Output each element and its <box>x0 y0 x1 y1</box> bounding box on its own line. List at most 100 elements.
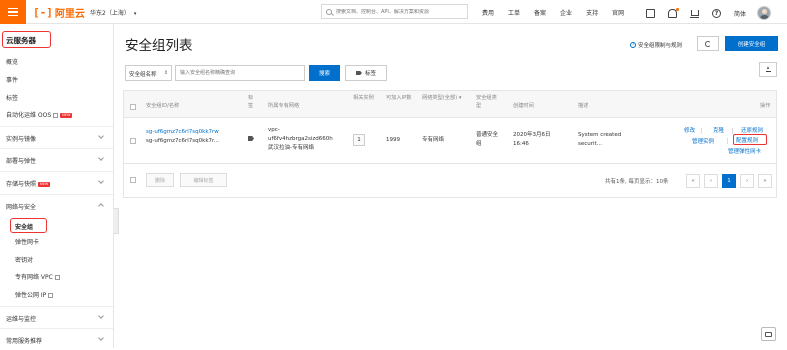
group-type-line2: 组 <box>476 141 482 147</box>
table-header: 安全组ID/名称 标签 所属专有网络 相关实例 可加入IP数 网络类型(全部) … <box>124 91 776 118</box>
sidebar-item-security-group[interactable]: 安全组 <box>10 218 47 233</box>
vpc-id-line1[interactable]: vpc- <box>268 126 280 135</box>
avatar[interactable] <box>757 6 772 20</box>
sidebar-item-eip[interactable]: 弹性公网 IP <box>15 290 54 299</box>
sidebar-item-oos[interactable]: 自动化运维 OOS NEW <box>6 110 73 119</box>
menu-icon[interactable] <box>0 0 26 24</box>
external-link-icon <box>48 293 54 298</box>
logo-text: 阿里云 <box>54 8 85 20</box>
sidebar-group-label: 实例与镜像 <box>6 136 37 143</box>
next-page-button[interactable]: › <box>740 174 754 188</box>
chevron-down-icon <box>98 313 104 319</box>
header-vpc: 所属专有网络 <box>268 103 300 109</box>
nav-enterprise[interactable]: 企业 <box>560 8 572 17</box>
security-group-id-link[interactable]: sg-uf6gmz7c6rl7sq0kk7rw <box>146 128 219 137</box>
global-search-input[interactable] <box>336 8 461 15</box>
nav-icp[interactable]: 备案 <box>534 8 546 17</box>
search-icon <box>326 8 332 15</box>
chevron-down-icon <box>98 178 104 184</box>
header-available-ips[interactable]: 可加入IP数 <box>386 94 412 102</box>
region-selector[interactable]: 华东2（上海） ▾ <box>90 8 136 17</box>
notification-dot <box>676 7 679 11</box>
refresh-button[interactable] <box>697 36 719 51</box>
delete-button[interactable]: 删除 <box>146 173 174 187</box>
footer-select-all-checkbox[interactable] <box>130 177 136 183</box>
sidebar-group-storage[interactable]: 存储与快照 NEW <box>0 171 113 193</box>
manage-eni-link[interactable]: 管理弹性网卡 <box>728 147 761 155</box>
search-button[interactable]: 搜索 <box>309 65 340 81</box>
chat-icon[interactable] <box>761 327 776 341</box>
doc-link[interactable]: ? 安全组限制与规则 <box>630 41 682 49</box>
manage-instances-link[interactable]: 管理实例 <box>692 137 714 145</box>
sidebar-item-events[interactable]: 事件 <box>6 75 18 84</box>
row-checkbox[interactable] <box>130 138 136 144</box>
vpc-name: 武汉拉油-专有网络 <box>268 145 314 151</box>
page-1-button[interactable]: 1 <box>722 174 736 188</box>
sidebar-item-label: 自动化运维 OOS <box>6 112 52 119</box>
top-bar: [-] 阿里云 华东2（上海）▾ 费用 工单 备案 企业 支持 官网 ? 简体 <box>0 0 787 24</box>
configure-rules-link[interactable]: 配置规则 <box>736 136 758 144</box>
restore-rules-link[interactable]: 还原规则 <box>741 126 763 134</box>
sidebar-group-instances[interactable]: 实例与镜像 <box>0 126 113 148</box>
bell-icon[interactable] <box>668 7 679 18</box>
sidebar-group-label-wrap: 存储与快照 NEW <box>6 179 51 188</box>
language-switch[interactable]: 简体 <box>734 9 746 18</box>
header-id-name: 安全组ID/名称 <box>146 103 180 109</box>
description-line2: securit... <box>578 141 602 147</box>
action-divider <box>732 128 733 134</box>
sidebar-group-label: 网络与安全 <box>6 204 37 211</box>
doc-link-label: 安全组限制与规则 <box>638 43 683 49</box>
export-button[interactable] <box>759 62 777 77</box>
refresh-icon <box>705 40 711 47</box>
tag-filter-button[interactable]: 标签 <box>345 65 387 81</box>
select-all-checkbox[interactable] <box>130 104 136 110</box>
help-icon[interactable]: ? <box>712 8 721 18</box>
sidebar-collapse-handle[interactable] <box>113 208 119 234</box>
clone-link[interactable]: 克隆 <box>713 126 724 134</box>
sidebar-item-vpc[interactable]: 专有网络 VPC <box>15 272 60 281</box>
logo-mark: [-] <box>33 5 53 19</box>
sidebar-group-recommend[interactable]: 常用服务推荐 <box>0 328 113 350</box>
edit-tags-button[interactable]: 编辑标签 <box>180 173 227 187</box>
header-instances: 相关实例 <box>353 95 374 101</box>
global-search[interactable] <box>321 4 468 19</box>
nav-tickets[interactable]: 工单 <box>508 8 520 17</box>
create-security-group-button[interactable]: 创建安全组 <box>725 36 778 51</box>
available-ips: 1999 <box>386 137 400 143</box>
last-page-button[interactable]: » <box>758 174 772 188</box>
tag-icon[interactable] <box>248 136 254 141</box>
header-group-type: 安全组类型 <box>476 95 497 109</box>
vpc-id-line2[interactable]: uf6fv4hzbrga2sizd660h <box>268 135 333 144</box>
table-footer: 删除 编辑标签 共有1条, 每页显示：10条 « ‹ 1 › » <box>124 166 776 198</box>
sidebar-item-tags[interactable]: 标签 <box>6 93 18 102</box>
first-page-button[interactable]: « <box>686 174 700 188</box>
sidebar-group-deploy[interactable]: 部署与弹性 <box>0 148 113 170</box>
sidebar-group-ops[interactable]: 运维与监控 <box>0 306 113 328</box>
sidebar-item-overview[interactable]: 概览 <box>6 57 18 66</box>
sidebar-item-eni[interactable]: 弹性网卡 <box>15 237 39 246</box>
instance-count[interactable]: 1 <box>353 134 365 146</box>
aliyun-logo[interactable]: [-] 阿里云 <box>33 5 85 20</box>
filter-field-select[interactable]: 安全组名称 ⇕ <box>125 65 172 81</box>
chevron-down-icon <box>98 133 104 139</box>
action-divider <box>727 138 728 144</box>
new-badge: NEW <box>60 113 73 118</box>
filter-input[interactable] <box>180 66 300 80</box>
sidebar-item-label: 专有网络 VPC <box>15 274 53 281</box>
cart-icon[interactable] <box>690 9 699 18</box>
mail-icon[interactable] <box>646 8 655 18</box>
sidebar-title[interactable]: 云服务器 <box>2 31 51 48</box>
prev-page-button[interactable]: ‹ <box>704 174 718 188</box>
network-type: 专有网络 <box>422 137 445 143</box>
header-network-type[interactable]: 网络类型(全部) ▾ <box>422 94 467 102</box>
new-badge: NEW <box>38 182 51 187</box>
question-icon: ? <box>630 42 636 48</box>
nav-support[interactable]: 支持 <box>586 8 598 17</box>
nav-website[interactable]: 官网 <box>612 8 624 17</box>
sidebar-item-keypair[interactable]: 密钥对 <box>15 255 33 264</box>
sidebar-group-network[interactable]: 网络与安全 <box>0 194 113 216</box>
modify-link[interactable]: 修改 <box>684 126 695 134</box>
pagination-summary: 共有1条, 每页显示：10条 <box>605 179 669 185</box>
nav-fees[interactable]: 费用 <box>482 8 494 17</box>
sidebar-item-label: 弹性公网 IP <box>15 292 47 299</box>
